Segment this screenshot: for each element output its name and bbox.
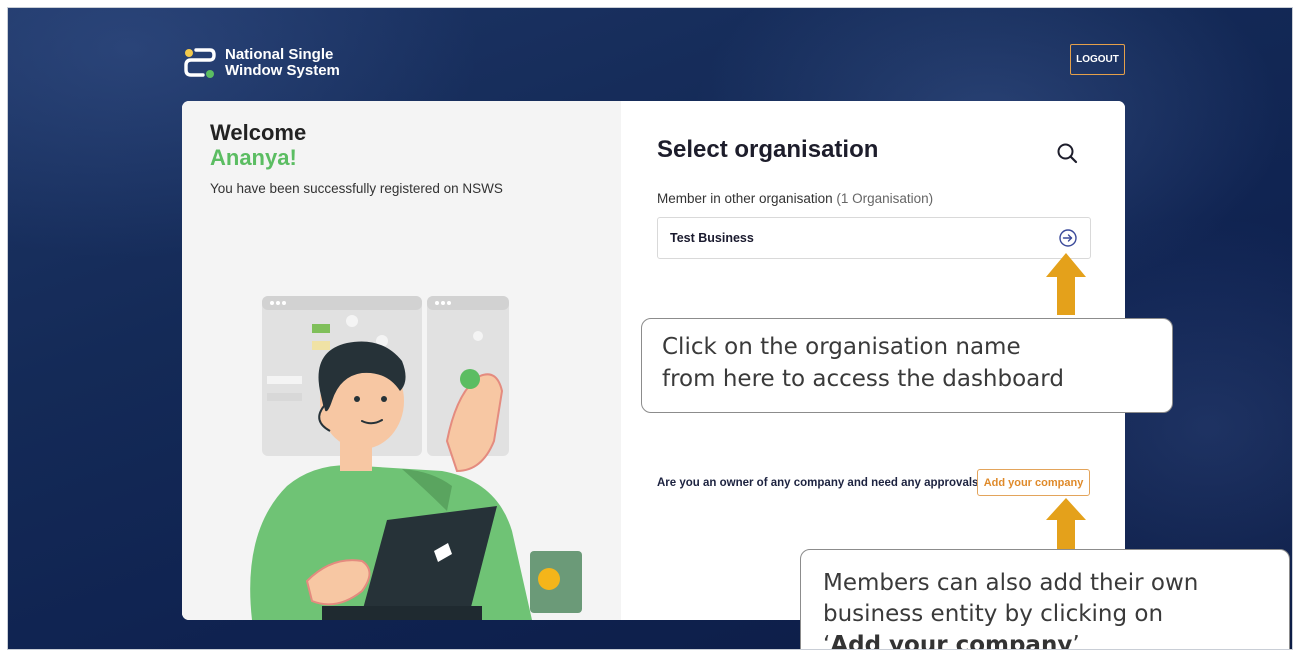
owner-question: Are you an owner of any company and need…	[657, 477, 986, 489]
welcome-user-name: Ananya!	[210, 145, 297, 170]
organisation-item[interactable]: Test Business	[657, 217, 1091, 259]
brand-line-1: National Single	[225, 46, 334, 63]
welcome-title: Welcome	[210, 120, 307, 145]
quote-close: ’	[1072, 632, 1080, 650]
registration-message: You have been successfully registered on…	[210, 181, 503, 196]
tooltip-emphasis: Add your company	[830, 632, 1073, 650]
tooltip-line: ‘Add your company’	[823, 630, 1289, 650]
app-viewport: National Single Window System LOGOUT Wel…	[7, 7, 1293, 650]
organisation-name: Test Business	[670, 231, 754, 245]
member-organisation-label: Member in other organisation (1 Organisa…	[657, 191, 933, 206]
member-label-text: Member in other organisation	[657, 191, 833, 206]
logout-button[interactable]: LOGOUT	[1070, 44, 1125, 75]
organisation-tooltip: Click on the organisation name from here…	[641, 318, 1173, 413]
select-organisation-title: Select organisation	[657, 136, 879, 163]
organisation-count: (1 Organisation)	[836, 191, 934, 206]
tooltip-line: Click on the organisation name	[662, 334, 1021, 360]
welcome-panel: Welcome Ananya! You have been successful…	[182, 101, 621, 620]
brand: National Single Window System	[183, 46, 340, 80]
tooltip-line: business entity by clicking on	[823, 601, 1164, 627]
tooltip-line: Members can also add their own	[823, 570, 1199, 596]
callout-arrow-up-icon	[1046, 498, 1086, 550]
person-with-laptop-illustration	[250, 296, 582, 620]
callout-arrow-up-icon	[1046, 253, 1086, 315]
enter-arrow-icon[interactable]	[1058, 228, 1078, 248]
tooltip-line: from here to access the dashboard	[662, 366, 1064, 392]
brand-name: National Single Window System	[225, 47, 340, 79]
add-your-company-button[interactable]: Add your company	[977, 469, 1090, 496]
brand-line-2: Window System	[225, 62, 340, 79]
nsws-logo-icon	[184, 48, 216, 78]
add-company-tooltip: Members can also add their own business …	[800, 549, 1290, 650]
search-icon[interactable]	[1055, 141, 1079, 165]
